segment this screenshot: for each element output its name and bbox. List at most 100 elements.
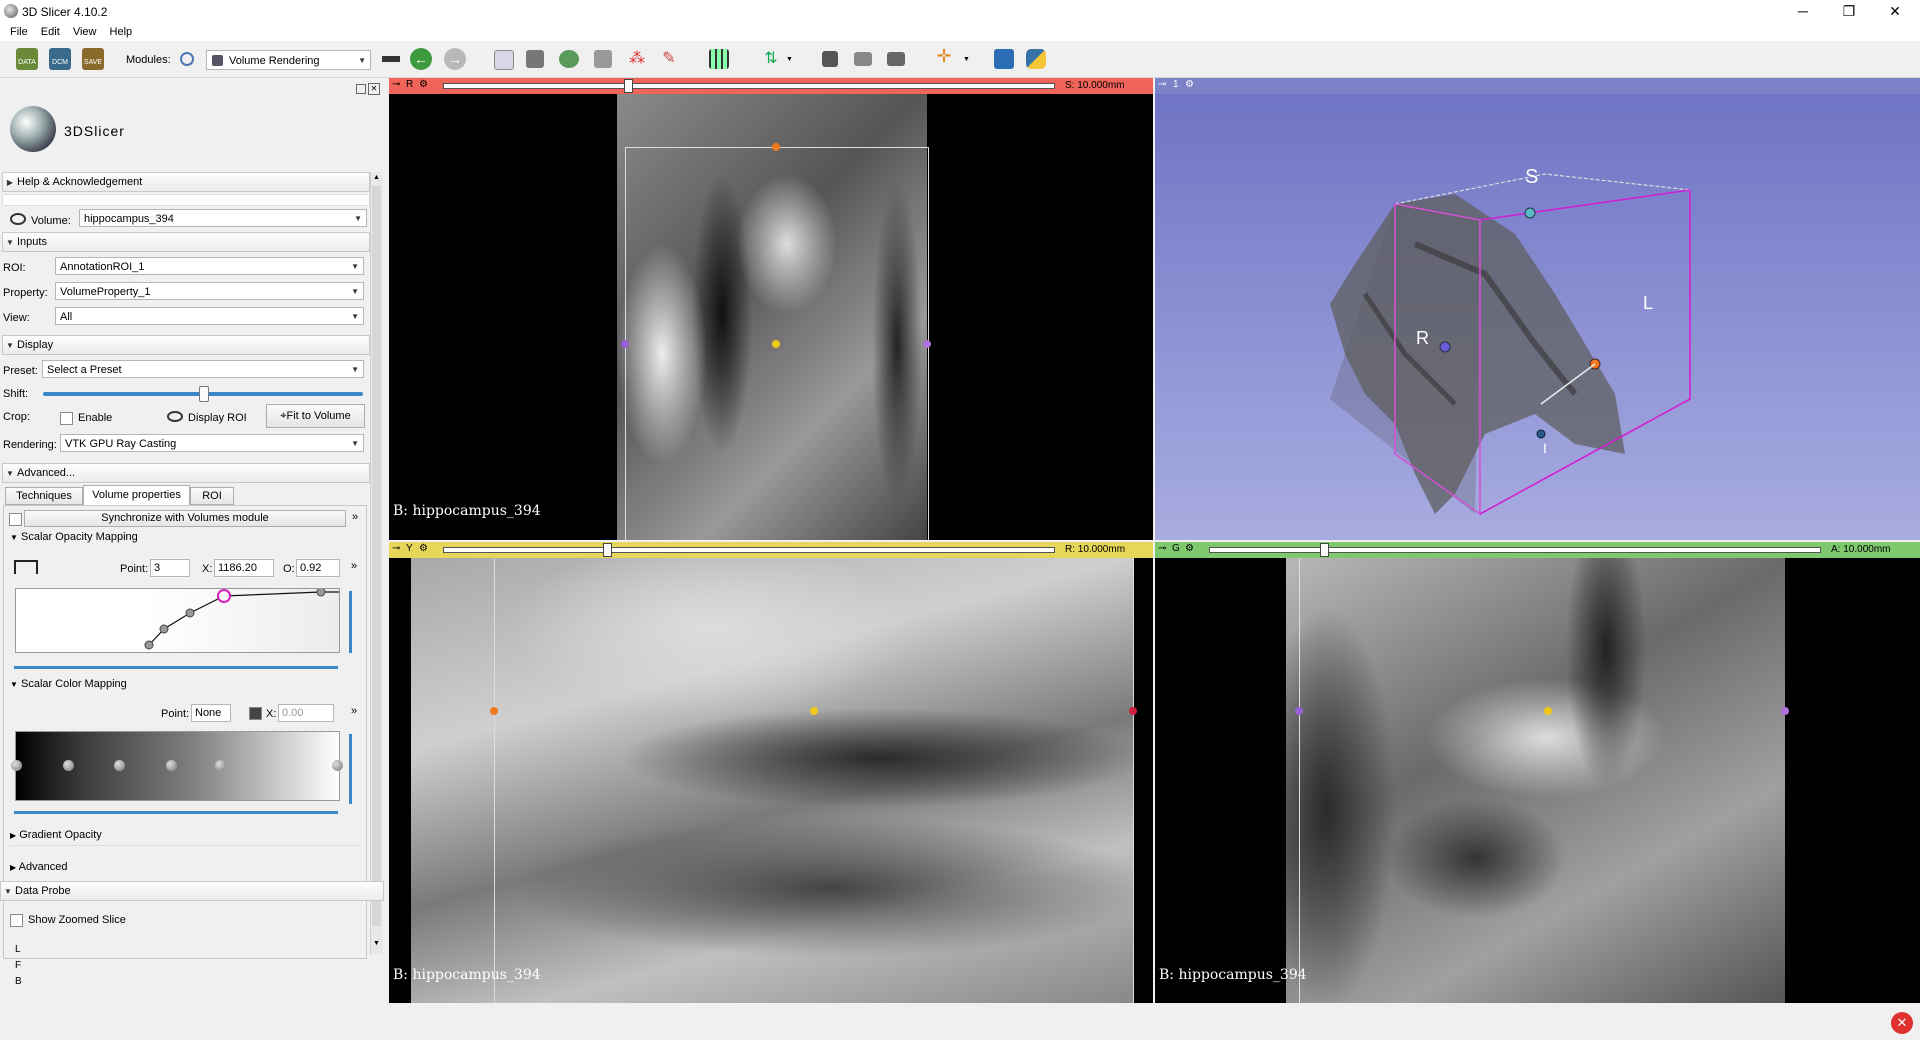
link-icon[interactable]: ⚙	[1185, 543, 1194, 554]
undock-icon[interactable]	[356, 84, 366, 94]
color-vertical-slider[interactable]	[349, 734, 352, 804]
data-module-icon[interactable]	[494, 50, 514, 70]
capture-icon[interactable]	[887, 52, 905, 66]
red-slice-view[interactable]: ⊸ R ⚙ S: 10.000mm B: hippocampus_394	[389, 78, 1153, 540]
opacity-o-spinbox[interactable]: 0.92	[296, 559, 340, 577]
link-icon[interactable]: ⚙	[419, 543, 428, 554]
yellow-offset-handle[interactable]	[603, 543, 612, 557]
color-section-header[interactable]: ▼ Scalar Color Mapping	[10, 678, 127, 690]
3d-view-controller[interactable]: ⊸ 1 ⚙	[1155, 78, 1920, 94]
red-view-controller[interactable]: ⊸ R ⚙ S: 10.000mm	[389, 78, 1153, 94]
show-zoomed-checkbox[interactable]	[10, 914, 23, 927]
load-data-icon[interactable]: DATA	[16, 48, 38, 70]
module-selector[interactable]: Volume Rendering ▼	[206, 50, 371, 70]
opacity-section-header[interactable]: ▼ Scalar Opacity Mapping	[10, 531, 138, 543]
color-point[interactable]	[332, 760, 343, 771]
panel-scrollbar[interactable]: ▲ ▼	[370, 172, 383, 954]
color-point[interactable]	[114, 760, 125, 771]
opacity-x-spinbox[interactable]: 1186.20	[214, 559, 274, 577]
section-data-probe[interactable]: ▼ Data Probe	[0, 881, 384, 901]
chevron-down-icon[interactable]: ▼	[786, 56, 793, 63]
roi-handle-yellow[interactable]	[810, 707, 818, 715]
fit-to-volume-button[interactable]: ⌖Fit to Volume	[266, 404, 365, 428]
menu-edit[interactable]: Edit	[41, 24, 60, 41]
color-point[interactable]	[11, 760, 22, 771]
forward-arrow-icon[interactable]: →	[444, 48, 466, 70]
layout-grid-icon[interactable]	[709, 49, 729, 69]
transfer-function-icon[interactable]	[14, 560, 38, 574]
green-slice-view[interactable]: ⊸ G ⚙ A: 10.000mm B: hippocampus_394	[1155, 542, 1920, 1003]
crosshair-mode-icon[interactable]: ⇅	[762, 48, 780, 70]
double-chevron-right-icon[interactable]: »	[351, 705, 357, 717]
section-help[interactable]: ▶ Help & Acknowledgement	[2, 172, 370, 192]
menu-file[interactable]: File	[10, 24, 28, 41]
sync-volumes-button[interactable]: Synchronize with Volumes module	[24, 510, 346, 527]
sync-checkbox[interactable]	[9, 513, 22, 526]
roi-handle-yellow[interactable]	[772, 340, 780, 348]
yellow-view-controller[interactable]: ⊸ Y ⚙ R: 10.000mm	[389, 542, 1153, 558]
pin-icon[interactable]: ⊸	[1158, 79, 1166, 90]
color-point[interactable]	[63, 760, 74, 771]
3d-view[interactable]: ⊸ 1 ⚙ S L R I	[1155, 78, 1920, 540]
save-icon[interactable]: SAVE	[82, 48, 104, 70]
scroll-thumb[interactable]	[372, 186, 381, 926]
eye-icon[interactable]	[167, 411, 183, 422]
roi-handle-purple[interactable]	[621, 340, 629, 348]
preset-selector[interactable]: Select a Preset ▼	[42, 360, 364, 378]
opacity-point-spinbox[interactable]: 3	[150, 559, 190, 577]
module-search-icon[interactable]	[180, 52, 194, 66]
eye-icon[interactable]	[10, 213, 26, 225]
view-selector[interactable]: All ▼	[55, 307, 364, 325]
close-window-button[interactable]: ✕	[1872, 0, 1918, 24]
close-panel-icon[interactable]: ✕	[368, 83, 380, 95]
scene-view-icon[interactable]	[854, 52, 872, 66]
dicom-icon[interactable]: DCM	[49, 48, 71, 70]
tab-roi[interactable]: ROI	[190, 487, 234, 505]
pin-icon[interactable]: ⊸	[392, 79, 400, 90]
roi-handle-orange[interactable]	[490, 707, 498, 715]
green-offset-handle[interactable]	[1320, 543, 1329, 557]
roi-handle-yellow[interactable]	[1544, 707, 1552, 715]
minimize-button[interactable]: ─	[1780, 0, 1826, 24]
property-selector[interactable]: VolumeProperty_1 ▼	[55, 282, 364, 300]
yellow-offset-slider[interactable]	[443, 547, 1055, 553]
error-log-icon[interactable]: ✕	[1891, 1012, 1913, 1034]
color-point[interactable]	[166, 760, 177, 771]
transforms-module-icon[interactable]	[594, 50, 612, 68]
section-advanced[interactable]: ▼ Advanced...	[2, 463, 370, 483]
roi-handle-purple[interactable]	[1781, 707, 1789, 715]
green-view-controller[interactable]: ⊸ G ⚙ A: 10.000mm	[1155, 542, 1920, 558]
roi-handle-purple[interactable]	[923, 340, 931, 348]
tab-volume-properties[interactable]: Volume properties	[83, 485, 190, 505]
advanced-sub-header[interactable]: ▶ Advanced	[10, 861, 68, 873]
shift-slider-handle[interactable]	[199, 386, 209, 402]
scroll-up-icon[interactable]: ▲	[373, 174, 380, 181]
screenshot-icon[interactable]	[822, 51, 838, 67]
section-display[interactable]: ▼ Display	[2, 335, 370, 355]
pin-icon[interactable]: ⊸	[1158, 543, 1166, 554]
scroll-down-icon[interactable]: ▼	[373, 940, 380, 947]
maximize-button[interactable]: ❐	[1826, 0, 1872, 24]
color-point-spinbox[interactable]: None	[191, 704, 231, 722]
roi-handle-orange[interactable]	[772, 143, 780, 151]
green-offset-slider[interactable]	[1209, 547, 1821, 553]
module-list-icon[interactable]	[382, 56, 400, 62]
extension-manager-icon[interactable]	[994, 49, 1014, 69]
menu-view[interactable]: View	[73, 24, 97, 41]
roi-handle-red[interactable]	[1129, 707, 1137, 715]
opacity-range-slider[interactable]	[14, 666, 338, 669]
crosshair-icon[interactable]: ✛	[934, 46, 954, 68]
section-inputs[interactable]: ▼ Inputs	[2, 232, 370, 252]
color-swatch[interactable]	[249, 707, 262, 720]
double-chevron-right-icon[interactable]: »	[351, 560, 357, 572]
settings-icon[interactable]: ⚙	[1185, 79, 1194, 90]
back-arrow-icon[interactable]: ←	[410, 48, 432, 70]
yellow-slice-view[interactable]: ⊸ Y ⚙ R: 10.000mm B: hippocampus_394	[389, 542, 1153, 1003]
color-point[interactable]	[215, 760, 226, 771]
tab-techniques[interactable]: Techniques	[5, 487, 83, 505]
crop-enable-checkbox[interactable]	[60, 412, 73, 425]
link-icon[interactable]: ⚙	[419, 79, 428, 90]
chevron-down-icon[interactable]: ▼	[963, 56, 970, 63]
double-chevron-right-icon[interactable]: »	[352, 511, 358, 523]
menu-help[interactable]: Help	[110, 24, 133, 41]
